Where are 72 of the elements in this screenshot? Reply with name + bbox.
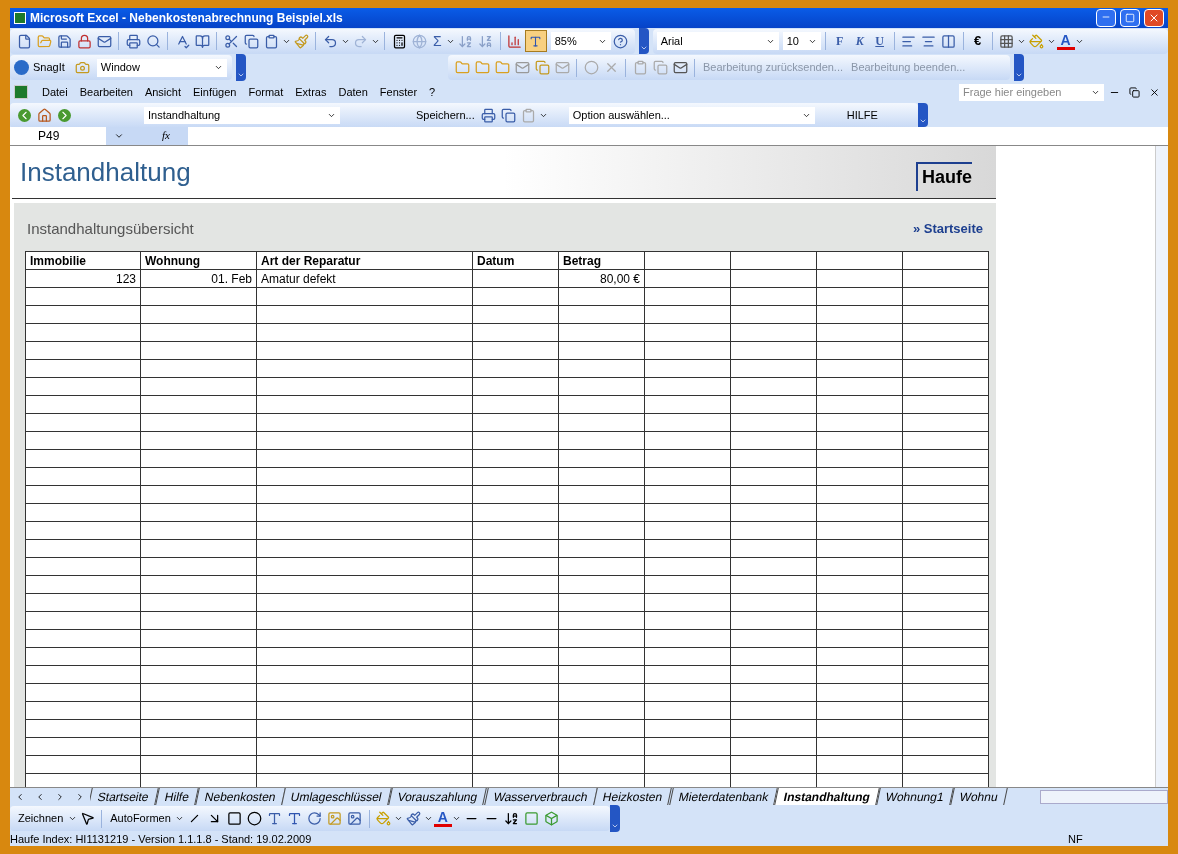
menu-item[interactable]: Extras <box>289 83 333 101</box>
autoshapes-button[interactable]: AutoFormen <box>106 810 175 827</box>
sheet-tab[interactable]: Heizkosten <box>593 788 673 805</box>
sheet-tab[interactable]: Startseite <box>90 788 159 805</box>
toolbar-options-icon[interactable] <box>236 54 246 81</box>
sheet-tab[interactable]: Wohnung1 <box>876 788 954 805</box>
menu-item[interactable]: Einfügen <box>187 83 243 101</box>
menu-item[interactable]: Datei <box>36 83 74 101</box>
sheet-tab[interactable]: Vorauszahlung <box>388 788 488 805</box>
sheet-tab[interactable]: Hilfe <box>154 788 199 805</box>
function-button[interactable]: fx <box>162 127 188 145</box>
num-lock-indicator: NF <box>1068 833 1084 845</box>
column-header: Wohnung <box>140 251 257 270</box>
horizontal-scrollbar[interactable] <box>1040 789 1168 804</box>
table-cell: Amatur defekt <box>256 269 473 288</box>
bold-button[interactable]: F <box>829 32 850 50</box>
save-as-button[interactable]: Speichern... <box>416 106 475 124</box>
draw-menu-button[interactable]: Zeichnen <box>14 810 68 827</box>
sheet-tab[interactable]: Nebenkosten <box>194 788 286 805</box>
table-cell: 123 <box>25 269 141 288</box>
option-select[interactable]: Option auswählen... <box>568 106 815 124</box>
menu-item[interactable]: ? <box>423 83 442 101</box>
status-text: Haufe Index: HI1131219 - Version 1.1.1.8 - Stand: 19.02.2009 <box>10 833 313 845</box>
column-header: Betrag <box>558 251 645 270</box>
italic-button[interactable]: K <box>849 32 870 50</box>
menu-item[interactable]: Fenster <box>373 83 424 101</box>
menu-item[interactable]: Bearbeiten <box>73 83 139 101</box>
help-question-field[interactable]: Frage hier eingeben <box>959 83 1104 101</box>
zoom-field[interactable]: 85% <box>550 32 611 50</box>
sheet-tab[interactable]: Umlageschlüssel <box>281 788 392 805</box>
font-color-button[interactable]: A <box>433 810 452 827</box>
column-header: Immobilie <box>25 251 141 270</box>
haufe-logo: Haufe <box>916 161 972 191</box>
autosum-button[interactable]: Σ <box>429 30 446 52</box>
maximize-button[interactable] <box>1120 9 1140 27</box>
vertical-scrollbar[interactable] <box>1155 146 1168 787</box>
font-field[interactable]: Arial <box>656 32 779 50</box>
sheet-title: Instandhaltung <box>19 155 191 189</box>
minimize-button[interactable] <box>1096 9 1116 27</box>
close-icon <box>1148 12 1160 24</box>
table-cell: 80,00 € <box>558 269 645 288</box>
toolbar-options-icon[interactable] <box>610 805 620 832</box>
maximize-icon <box>1125 13 1135 23</box>
sheet-select[interactable]: Instandhaltung <box>144 106 340 124</box>
sheet-tab[interactable]: Instandhaltung <box>774 788 880 805</box>
snagit-logo-icon <box>14 60 29 75</box>
underline-button[interactable]: U <box>869 32 890 50</box>
sheet-tab[interactable]: Wasserverbrauch <box>483 788 597 805</box>
sheet-tab[interactable]: Mieterdatenbank <box>668 788 778 805</box>
workbook-icon <box>14 85 28 99</box>
toolbar-options-icon[interactable] <box>638 28 649 54</box>
table-cell: 01. Feb <box>140 269 257 288</box>
font-size-field[interactable]: 10 <box>782 32 821 50</box>
column-header: Art der Reparatur <box>256 251 473 270</box>
section-heading: Instandhaltungsübersicht <box>27 218 194 239</box>
currency-button[interactable]: € <box>967 31 988 51</box>
font-color-button[interactable]: A <box>1056 32 1075 50</box>
capture-mode-select[interactable]: Window <box>96 58 227 77</box>
help-button[interactable]: HILFE <box>846 106 878 124</box>
menu-item[interactable]: Format <box>242 83 290 101</box>
menu-item[interactable]: Ansicht <box>138 83 187 101</box>
window-title: Microsoft Excel - Nebenkostenabrechnung Beispiel.xls <box>30 10 344 27</box>
excel-logo-icon <box>14 12 26 24</box>
drawing-toggle-button[interactable] <box>524 30 547 52</box>
close-button[interactable] <box>1144 9 1164 27</box>
sheet-tab[interactable]: Wohnu <box>949 788 1008 805</box>
menu-item[interactable]: Daten <box>332 83 374 101</box>
toolbar-options-icon[interactable] <box>1014 54 1024 81</box>
home-link[interactable]: » Startseite <box>912 219 983 239</box>
column-header: Datum <box>472 251 559 270</box>
toolbar-options-icon[interactable] <box>918 103 928 127</box>
snagit-button[interactable]: SnagIt <box>33 59 65 76</box>
